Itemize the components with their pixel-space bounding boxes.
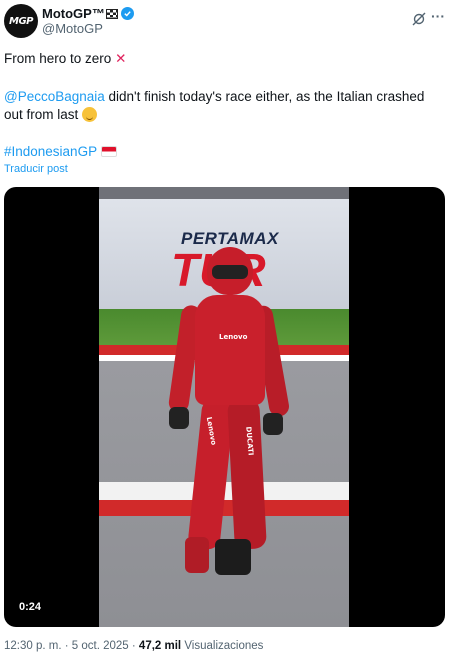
rider-left-glove [169,407,189,429]
grok-icon[interactable] [412,12,426,26]
rider-torso [195,295,265,405]
checkered-flag-icon [105,8,118,19]
rider-right-glove [263,413,283,435]
video-player[interactable]: PERTAMAX TUR Lenovo Lenovo DUCATI 0:24 [4,187,445,627]
views-label: Visualizaciones [184,640,264,652]
hashtag-link[interactable]: #IndonesianGP [4,144,97,159]
tweet-line-3: #IndonesianGP [4,143,117,161]
relieved-face-emoji-icon [82,107,98,122]
post-date[interactable]: 5 oct. 2025 [72,640,129,652]
display-name-row[interactable]: MotoGP™ [42,6,134,21]
mention-link[interactable]: @PeccoBagnaia [4,89,105,104]
avatar[interactable]: MGP [4,4,38,38]
more-icon[interactable]: ··· [431,9,445,23]
rider-right-boot [215,539,251,575]
tweet-line-1: From hero to zero ✕ [4,50,126,68]
meta-separator: · [61,640,72,652]
meta-separator-2: · [128,640,139,652]
views-count: 47,2 mil [138,640,182,652]
suit-logo-chest: Lenovo [219,333,248,341]
rider-figure: Lenovo Lenovo DUCATI [99,187,349,627]
rider-right-leg [227,398,267,550]
rider-left-boot [185,537,209,573]
post-time[interactable]: 12:30 p. m. [4,640,62,652]
translate-post-link[interactable]: Traducir post [4,163,68,175]
indonesia-flag-emoji-icon [100,146,117,157]
tweet-meta: 12:30 p. m. · 5 oct. 2025 · 47,2 mil Vis… [4,640,263,652]
tweet-text-hero: From hero to zero [4,51,112,66]
avatar-logo-text: MGP [9,15,34,27]
tweet-line-2: @PeccoBagnaia didn't finish today's race… [4,88,444,124]
cross-mark-emoji-icon: ✕ [115,51,127,66]
verified-badge-icon[interactable] [120,7,134,20]
rider-visor [212,265,248,279]
video-duration: 0:24 [19,601,42,613]
display-name[interactable]: MotoGP™ [42,6,105,21]
video-frame: PERTAMAX TUR Lenovo Lenovo DUCATI [99,187,349,627]
tweet-header: MGP MotoGP™ @MotoGP ··· [4,4,446,40]
author-block: MotoGP™ @MotoGP [42,6,134,37]
author-handle[interactable]: @MotoGP [42,21,134,37]
